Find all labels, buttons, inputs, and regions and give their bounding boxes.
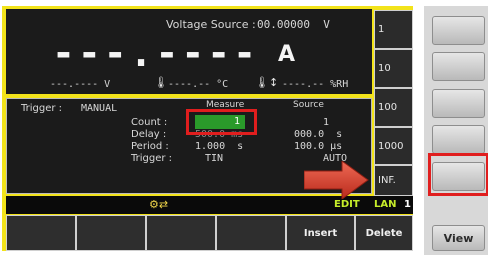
count-label: Count : xyxy=(131,117,168,128)
voltage-source-value: 00.00000 V xyxy=(257,18,330,31)
humidity-icon: 🌡↕ xyxy=(255,76,279,89)
humidity-reading: ----.-- %RH xyxy=(282,79,349,90)
trigger-mode-value: MANUAL xyxy=(81,103,118,114)
period-source-value[interactable]: 100.0 µs xyxy=(294,141,342,152)
softkey-4[interactable] xyxy=(216,215,286,251)
softkey-3[interactable] xyxy=(146,215,216,251)
insert-softkey[interactable]: Insert xyxy=(286,215,355,251)
option-label-1000: 1000 xyxy=(378,140,404,152)
delete-softkey[interactable]: Delete xyxy=(355,215,413,251)
delete-label: Delete xyxy=(365,227,403,239)
insert-label: Insert xyxy=(303,227,338,239)
param-trigger-label: Trigger : xyxy=(131,153,173,164)
count-source-value[interactable]: 1 xyxy=(323,117,329,128)
option-label-1: 1 xyxy=(378,24,385,35)
count-highlight-box xyxy=(186,109,257,135)
delay-label: Delay : xyxy=(131,129,167,140)
option-button-100[interactable]: 100 xyxy=(374,88,413,127)
period-measure-value[interactable]: 1.000 s xyxy=(195,141,243,152)
view-button[interactable]: View xyxy=(432,225,485,251)
view-button-label: View xyxy=(443,231,474,245)
option-label-inf: INF. xyxy=(378,175,396,186)
reading-panel: Voltage Source : 00.00000 V ---.---- A -… xyxy=(6,9,372,94)
temperature-reading: ----.-- °C xyxy=(168,79,229,90)
hardware-button-highlight xyxy=(428,153,488,196)
usb-icon: ⚙⇄ xyxy=(149,198,169,211)
main-reading-value: ---.---- xyxy=(52,31,260,75)
period-label: Period : xyxy=(131,141,169,152)
softkey-1[interactable] xyxy=(6,215,76,251)
source-column-header: Source xyxy=(293,100,324,110)
option-button-1[interactable]: 1 xyxy=(374,10,413,49)
option-label-10: 10 xyxy=(378,63,391,74)
voltage-reading: ---.---- V xyxy=(50,79,111,90)
softkey-2[interactable] xyxy=(76,215,146,251)
lan-count: 1 xyxy=(404,199,411,210)
edit-mode-indicator: EDIT xyxy=(334,199,360,210)
option-button-inf[interactable]: INF. xyxy=(374,165,413,196)
delay-source-value[interactable]: 000.0 s xyxy=(294,129,342,140)
main-reading-unit: A xyxy=(278,42,296,67)
trigger-label: Trigger : xyxy=(21,103,63,114)
pointer-arrow-icon xyxy=(304,161,369,199)
lan-indicator: LAN xyxy=(374,199,397,210)
trigger-measure-value[interactable]: TIN xyxy=(205,153,223,164)
hardware-button-1[interactable] xyxy=(432,16,485,45)
hardware-button-2[interactable] xyxy=(432,52,485,81)
option-button-1000[interactable]: 1000 xyxy=(374,127,413,165)
thermometer-icon: 🌡 xyxy=(154,76,168,89)
option-button-10[interactable]: 10 xyxy=(374,49,413,88)
hardware-button-4[interactable] xyxy=(432,125,485,154)
hardware-button-3[interactable] xyxy=(432,89,485,118)
instrument-screen: Voltage Source : 00.00000 V ---.---- A -… xyxy=(2,6,413,251)
option-label-100: 100 xyxy=(378,102,398,113)
voltage-source-label: Voltage Source : xyxy=(166,18,256,31)
